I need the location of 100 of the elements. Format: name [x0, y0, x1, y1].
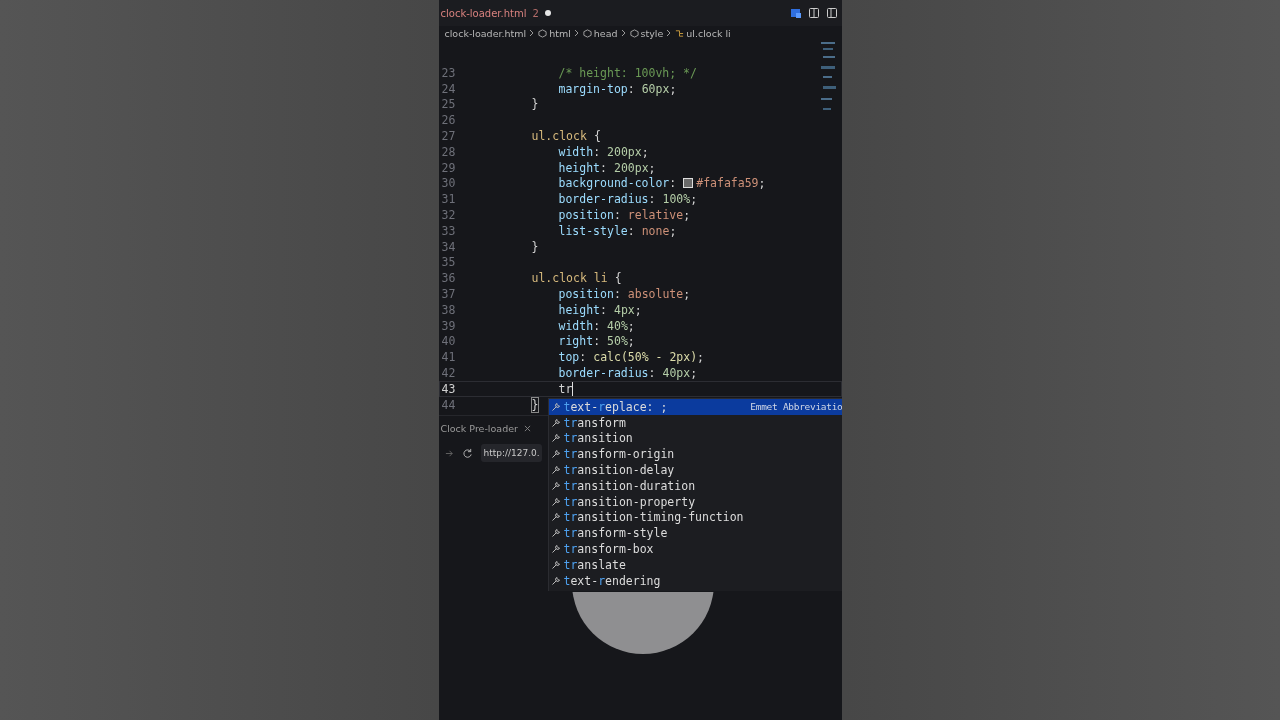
code-punctuation: :	[593, 144, 601, 159]
split-icon	[825, 7, 838, 19]
line-number: 44	[440, 397, 457, 412]
line-number: 23	[440, 65, 457, 80]
wrench-icon	[550, 496, 561, 507]
file-tab[interactable]: clock-loader.html	[440, 7, 527, 19]
css-property: list-style	[558, 223, 628, 238]
line-number: 40	[440, 334, 457, 349]
line-number: 25	[440, 97, 457, 112]
suggestion-item[interactable]: transition-property	[548, 493, 842, 510]
line-number: 27	[440, 129, 457, 144]
breadcrumb-item[interactable]: ul.clock li	[686, 27, 731, 39]
code-punctuation: ;	[627, 318, 635, 333]
code-punctuation: }	[531, 97, 539, 112]
css-value: relative	[627, 208, 684, 223]
suggestion-item[interactable]: transition-delay	[548, 462, 842, 478]
wrench-icon	[550, 449, 561, 460]
line-number: 39	[440, 318, 457, 333]
suggestion-item[interactable]: transform	[548, 414, 842, 431]
line-number: 32	[440, 208, 457, 223]
code-punctuation: :	[648, 366, 656, 381]
css-value: 4px	[614, 302, 635, 317]
closing-brace: }	[531, 397, 539, 412]
css-value: calc(50% - 2px)	[593, 350, 698, 365]
panel-icon	[807, 7, 820, 19]
suggestion-item[interactable]: text-replace: ; Emmet Abbreviatio	[548, 399, 842, 415]
preview-tab[interactable]: Clock Pre-loader	[440, 422, 518, 434]
wrench-icon	[550, 433, 561, 444]
suggestion-item[interactable]: transition	[548, 430, 842, 447]
problem-count: 2	[532, 7, 539, 19]
wrench-icon	[550, 417, 561, 428]
css-value: 60px	[641, 81, 670, 96]
suggestion-item[interactable]: transform-style	[548, 525, 842, 542]
code-punctuation: ;	[690, 366, 698, 381]
css-property: top	[558, 350, 580, 365]
cube-icon	[582, 28, 592, 38]
css-property: position	[558, 287, 614, 302]
code-punctuation: :	[579, 350, 587, 365]
chevron-icon	[620, 29, 627, 37]
breadcrumb-item[interactable]: style	[640, 27, 664, 39]
code-punctuation: :	[627, 81, 635, 96]
wrench-icon	[550, 480, 561, 491]
line-number: 42	[440, 366, 457, 381]
breadcrumb-item[interactable]: head	[593, 27, 618, 39]
code-punctuation: ;	[634, 302, 642, 317]
close-icon	[523, 424, 531, 432]
layout-icon	[789, 7, 802, 19]
breadcrumb-item[interactable]: clock-loader.html	[444, 27, 527, 39]
code-punctuation: :	[593, 318, 601, 333]
wrench-icon	[550, 512, 561, 523]
css-property: margin-top	[558, 81, 628, 96]
code-punctuation: {	[614, 271, 622, 286]
chevron-icon	[529, 29, 536, 37]
code-punctuation: :	[600, 160, 607, 175]
selector-icon	[675, 28, 685, 38]
css-property: width	[558, 318, 594, 333]
code-punctuation: :	[627, 223, 635, 238]
suggestion-item[interactable]: text-rendering	[548, 572, 842, 589]
wrench-icon	[550, 401, 561, 412]
line-number: 30	[440, 176, 457, 191]
code-punctuation: ;	[758, 176, 766, 191]
css-value: none	[641, 223, 670, 238]
css-selector: ul.clock li	[531, 271, 608, 286]
code-punctuation: :	[648, 192, 656, 207]
line-number: 29	[440, 160, 457, 175]
line-number: 35	[440, 255, 457, 270]
line-number: 37	[440, 287, 457, 302]
suggestion-item[interactable]: transform-origin	[548, 446, 842, 463]
css-property: height	[558, 302, 601, 317]
css-value: 200px	[607, 144, 642, 159]
code-punctuation: ;	[683, 208, 691, 223]
typed-text: tr	[558, 381, 574, 396]
chevron-icon	[573, 29, 580, 37]
code-punctuation: ;	[648, 160, 656, 175]
css-property: border-radius	[558, 366, 649, 381]
wrench-icon	[550, 528, 561, 539]
breadcrumb-item[interactable]: html	[549, 27, 571, 39]
line-number: 28	[440, 144, 457, 159]
cube-icon	[538, 28, 548, 38]
css-value: 100%	[662, 192, 691, 207]
css-property: width	[558, 144, 594, 159]
code-punctuation: :	[600, 302, 607, 317]
color-swatch	[683, 178, 694, 189]
line-number: 38	[440, 302, 457, 317]
url-field[interactable]: http://127.0.	[480, 444, 542, 462]
css-property: right	[558, 334, 594, 349]
suggestion-item[interactable]: transform-box	[548, 541, 842, 557]
suggestion-item[interactable]: translate	[548, 556, 842, 573]
code-punctuation: ;	[641, 144, 649, 159]
suggestion-item[interactable]: transition-duration	[548, 478, 842, 494]
cube-icon	[629, 28, 639, 38]
suggestion-item[interactable]: transition-timing-function	[548, 509, 842, 526]
css-value: 40%	[607, 318, 628, 333]
css-property: background-color	[558, 176, 670, 191]
code-comment: /* height: 100vh; */	[558, 65, 697, 80]
suggestion-detail: Emmet Abbreviatio	[750, 401, 842, 413]
css-value: absolute	[627, 287, 684, 302]
line-number: 26	[440, 113, 457, 128]
reload-icon	[461, 447, 473, 459]
code-punctuation: ;	[683, 287, 691, 302]
